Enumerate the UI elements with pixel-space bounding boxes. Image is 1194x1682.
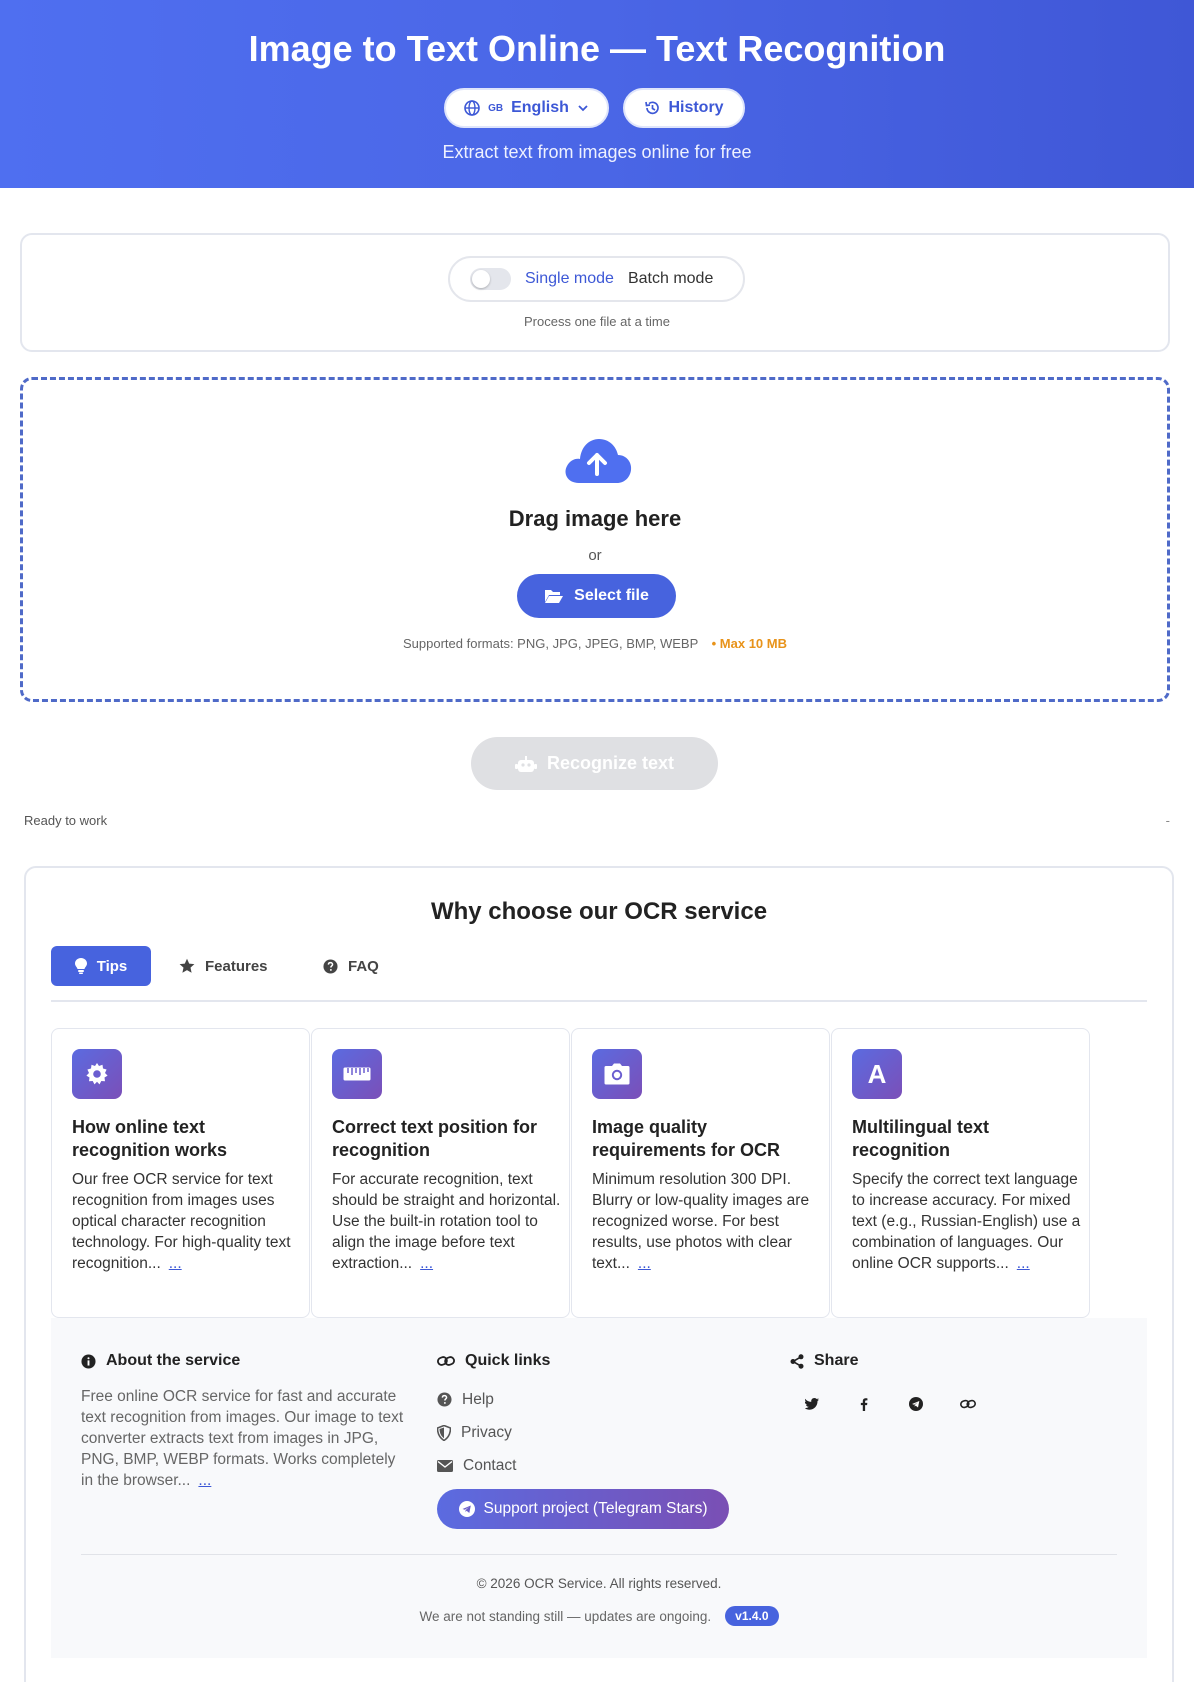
privacy-link[interactable]: Privacy xyxy=(437,1416,737,1449)
quick-links-title: Quick links xyxy=(465,1352,551,1369)
select-file-label: Select file xyxy=(574,587,649,604)
share-buttons xyxy=(802,1394,1090,1414)
tips-cards: How online text recognition works Our fr… xyxy=(51,1028,1147,1318)
about-section: About the service Free online OCR servic… xyxy=(81,1352,406,1491)
tip-card: How online text recognition works Our fr… xyxy=(51,1028,310,1318)
tab-features[interactable]: Features xyxy=(179,946,268,986)
quick-links-section: Quick links Help Privacy Contact Support… xyxy=(437,1352,737,1529)
twitter-icon[interactable] xyxy=(802,1394,822,1414)
status-text: Ready to work xyxy=(24,813,108,828)
tab-tips-label: Tips xyxy=(96,957,128,975)
tab-faq-label: FAQ xyxy=(348,957,379,975)
why-choose-section: Why choose our OCR service Tips Features… xyxy=(24,866,1174,1682)
star-icon xyxy=(179,958,195,973)
history-button[interactable]: History xyxy=(623,88,745,128)
tab-features-label: Features xyxy=(205,957,268,975)
language-selector-button[interactable]: GB English xyxy=(444,88,609,128)
updates-notice: We are not standing still — updates are … xyxy=(51,1606,1147,1626)
history-icon xyxy=(645,101,660,115)
share-icon xyxy=(790,1353,804,1369)
tip-card-title: How online text recognition works xyxy=(72,1117,228,1160)
info-circle-icon xyxy=(81,1353,96,1369)
footer-divider xyxy=(81,1554,1117,1555)
page-footer: About the service Free online OCR servic… xyxy=(51,1318,1147,1658)
tip-card: A Multilingual text recognition Specify … xyxy=(831,1028,1090,1318)
share-section: Share xyxy=(790,1352,1090,1414)
facebook-icon[interactable] xyxy=(854,1394,874,1414)
about-read-more-link[interactable]: ... xyxy=(198,1472,211,1489)
quick-links-list: Help Privacy Contact xyxy=(437,1383,737,1482)
mode-selector-card: Single mode Batch mode Process one file … xyxy=(20,233,1170,352)
share-title: Share xyxy=(814,1352,859,1369)
language-label: English xyxy=(511,99,569,116)
help-link[interactable]: Help xyxy=(437,1383,737,1416)
copy-link-icon[interactable] xyxy=(958,1394,978,1414)
or-separator: or xyxy=(588,547,602,564)
language-flag-code: GB xyxy=(488,102,504,114)
batch-mode-option[interactable]: Batch mode xyxy=(628,270,713,288)
read-more-link[interactable]: ... xyxy=(420,1255,433,1272)
status-progress: - xyxy=(1165,813,1170,828)
tip-card-title: Correct text position for recognition xyxy=(332,1117,538,1160)
envelope-icon xyxy=(437,1459,453,1472)
letter-a-icon: A xyxy=(852,1049,902,1099)
history-label: History xyxy=(668,99,724,116)
upload-dropzone[interactable]: Drag image here or Select file Supported… xyxy=(20,377,1170,702)
mode-switch: Single mode Batch mode xyxy=(448,256,745,302)
drag-instruction: Drag image here xyxy=(508,506,682,531)
read-more-link[interactable]: ... xyxy=(1017,1255,1030,1272)
tab-faq[interactable]: FAQ xyxy=(323,946,379,986)
page-title: Image to Text Online — Text Recognition xyxy=(248,28,946,69)
formats-text: Supported formats: PNG, JPG, JPEG, BMP, … xyxy=(403,636,699,651)
tip-card: Image quality requirements for OCR Minim… xyxy=(571,1028,830,1318)
tip-card-title: Multilingual text recognition xyxy=(852,1117,989,1160)
robot-icon xyxy=(514,755,537,772)
gear-icon xyxy=(72,1049,122,1099)
contact-link[interactable]: Contact xyxy=(437,1449,737,1482)
folder-open-icon xyxy=(545,590,564,603)
question-circle-icon xyxy=(323,958,338,974)
select-file-button[interactable]: Select file xyxy=(517,574,676,618)
tip-card-text: Specify the correct text language to inc… xyxy=(852,1171,1081,1272)
single-mode-option[interactable]: Single mode xyxy=(525,270,614,288)
page-header: Image to Text Online — Text Recognition … xyxy=(0,0,1194,188)
shield-icon xyxy=(437,1424,451,1441)
copyright-text: © 2026 OCR Service. All rights reserved. xyxy=(476,1576,722,1591)
recognize-text-button[interactable]: Recognize text xyxy=(471,737,718,790)
tip-card-text: For accurate recognition, text should be… xyxy=(332,1171,561,1272)
read-more-link[interactable]: ... xyxy=(169,1255,182,1272)
tab-tips[interactable]: Tips xyxy=(51,946,151,986)
question-circle-icon xyxy=(437,1392,452,1407)
telegram-icon xyxy=(458,1501,475,1517)
section-title: Why choose our OCR service xyxy=(430,898,768,925)
header-subtitle: Extract text from images online for free xyxy=(442,142,752,162)
telegram-icon[interactable] xyxy=(906,1394,926,1414)
max-size-badge: • Max 10 MB xyxy=(711,636,787,651)
chevron-down-icon xyxy=(578,105,588,112)
ruler-icon xyxy=(332,1049,382,1099)
recognize-label: Recognize text xyxy=(546,753,675,773)
mode-hint: Process one file at a time xyxy=(524,314,670,329)
tip-card-title: Image quality requirements for OCR xyxy=(592,1117,781,1160)
about-title: About the service xyxy=(106,1352,241,1369)
mode-toggle[interactable] xyxy=(470,268,511,290)
supported-formats: Supported formats: PNG, JPG, JPEG, BMP, … xyxy=(23,636,1167,651)
read-more-link[interactable]: ... xyxy=(638,1255,651,1272)
version-badge: v1.4.0 xyxy=(725,1606,779,1626)
about-text: Free online OCR service for fast and acc… xyxy=(81,1388,404,1489)
camera-icon xyxy=(592,1049,642,1099)
support-project-button[interactable]: Support project (Telegram Stars) xyxy=(437,1489,729,1529)
tip-card-text: Our free OCR service for text recognitio… xyxy=(72,1171,291,1272)
globe-icon xyxy=(464,100,480,116)
info-tabs: Tips Features FAQ xyxy=(51,946,1147,1002)
cloud-upload-icon xyxy=(565,439,632,483)
tip-card: Correct text position for recognition Fo… xyxy=(311,1028,570,1318)
tip-card-text: Minimum resolution 300 DPI. Blurry or lo… xyxy=(592,1171,810,1272)
lightbulb-icon xyxy=(74,958,87,974)
link-icon xyxy=(437,1356,455,1366)
